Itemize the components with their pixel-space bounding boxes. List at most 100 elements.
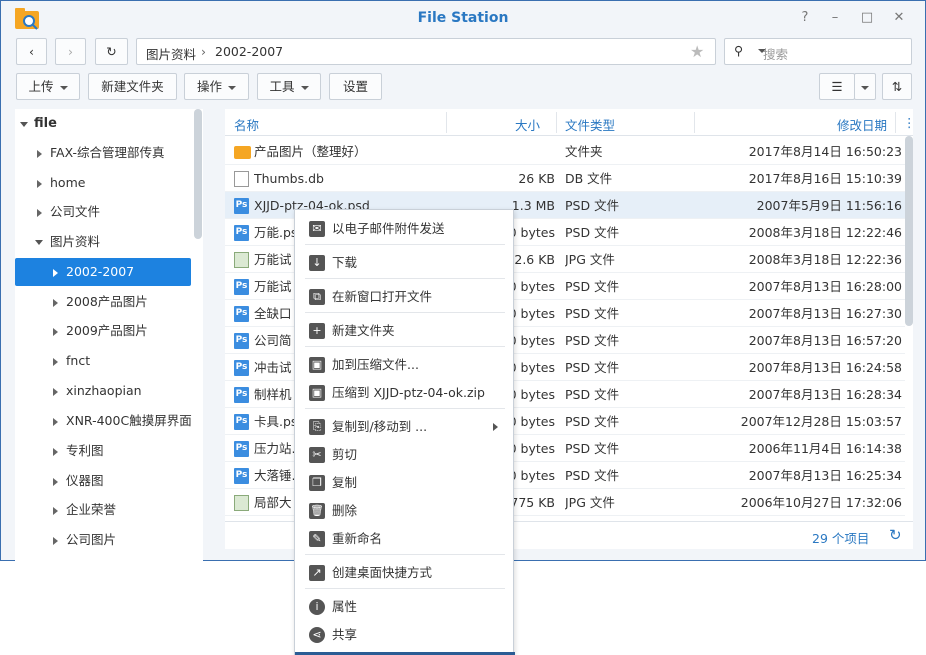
- back-button[interactable]: ‹: [16, 38, 47, 65]
- refresh-icon[interactable]: ↻: [889, 526, 902, 544]
- context-menu-label: 复制到/移动到 ...: [332, 419, 428, 434]
- tree-item-xnr-400c[interactable]: XNR-400C触摸屏界面: [15, 407, 192, 435]
- maximize-icon[interactable]: □: [859, 10, 875, 26]
- file-type: PSD 文件: [565, 414, 620, 429]
- context-menu-item[interactable]: ↗ 创建桌面快捷方式: [295, 560, 513, 586]
- column-size[interactable]: 大小: [515, 115, 540, 134]
- breadcrumb-current[interactable]: 2002-2007: [215, 44, 283, 59]
- column-menu-icon[interactable]: ⋮: [903, 115, 916, 130]
- context-menu-item[interactable]: ▣ 压缩到 XJJD-ptz-04-ok.zip: [295, 380, 513, 406]
- file-list-scrollbar[interactable]: [905, 136, 913, 326]
- tree-item-xinzhaopian[interactable]: xinzhaopian: [15, 377, 191, 405]
- tree-item-label: 图片资料: [50, 234, 101, 249]
- file-type: PSD 文件: [565, 360, 620, 375]
- context-menu-item[interactable]: ⎘ 复制到/移动到 ...: [295, 414, 513, 440]
- tree-item-label: 2009产品图片: [66, 323, 148, 338]
- psd-file-icon: Ps: [234, 468, 249, 484]
- tree-item-label: FAX-综合管理部传真: [50, 145, 165, 160]
- context-menu-label: 剪切: [332, 447, 358, 462]
- collapse-icon[interactable]: [53, 388, 58, 396]
- tools-button[interactable]: 工具: [257, 73, 321, 100]
- menu-separator: [305, 554, 505, 555]
- tree-item-company-files[interactable]: 公司文件: [15, 198, 191, 226]
- menu-separator: [305, 588, 505, 589]
- tree-item-2008[interactable]: 2008产品图片: [15, 288, 191, 316]
- path-bar[interactable]: 图片资料 › 2002-2007 ★: [136, 38, 716, 65]
- context-menu-item[interactable]: ✂ 剪切: [295, 442, 513, 468]
- collapse-icon[interactable]: [53, 448, 58, 456]
- close-icon[interactable]: ✕: [891, 10, 907, 26]
- context-menu-item[interactable]: ↓ 下载: [295, 250, 513, 276]
- zip-icon: ▣: [309, 385, 325, 401]
- refresh-button[interactable]: ↻: [95, 38, 128, 65]
- column-modified[interactable]: 修改日期: [837, 115, 887, 134]
- collapse-icon[interactable]: [53, 507, 58, 515]
- context-menu-item[interactable]: ▣ 加到压缩文件...: [295, 352, 513, 378]
- column-name[interactable]: 名称: [234, 115, 259, 134]
- settings-button[interactable]: 设置: [329, 73, 382, 100]
- table-row[interactable]: 产品图片（整理好） 文件夹 2017年8月14日 16:50:23: [225, 138, 905, 165]
- view-dropdown-button[interactable]: [854, 73, 876, 100]
- context-menu-item[interactable]: 🗑 删除: [295, 498, 513, 524]
- download-icon: ↓: [309, 255, 325, 271]
- tree-item-label: 公司图片: [66, 532, 117, 547]
- collapse-icon[interactable]: [53, 537, 58, 545]
- list-view-button[interactable]: ☰: [819, 73, 855, 100]
- collapse-icon[interactable]: [53, 478, 58, 486]
- context-menu-item[interactable]: ❐ 复制: [295, 470, 513, 496]
- context-menu-item[interactable]: ⧉ 在新窗口打开文件: [295, 284, 513, 310]
- collapse-icon[interactable]: [53, 299, 58, 307]
- window-title: File Station: [417, 10, 509, 26]
- help-icon[interactable]: ?: [797, 10, 813, 26]
- collapse-icon[interactable]: [53, 328, 58, 336]
- sidebar-scrollbar[interactable]: [194, 109, 202, 239]
- context-menu-item[interactable]: + 新建文件夹: [295, 318, 513, 344]
- context-menu-item[interactable]: ✉ 以电子邮件附件发送: [295, 216, 513, 242]
- tree-item-instruments[interactable]: 仪器图: [15, 467, 191, 495]
- search-input[interactable]: 搜索: [763, 44, 788, 63]
- collapse-icon[interactable]: [37, 180, 42, 188]
- context-menu-item[interactable]: ✎ 重新命名: [295, 526, 513, 552]
- upload-button[interactable]: 上传: [16, 73, 80, 100]
- tree-item-image-data[interactable]: 图片资料: [15, 228, 191, 256]
- expand-icon[interactable]: [35, 240, 43, 245]
- search-box[interactable]: ⚲ 搜索: [724, 38, 912, 65]
- item-count: 29 个项目: [812, 531, 870, 546]
- tree-item-home[interactable]: home: [15, 169, 191, 197]
- minimize-icon[interactable]: –: [827, 10, 843, 26]
- column-type[interactable]: 文件类型: [565, 115, 615, 134]
- open-window-icon: ⧉: [309, 289, 325, 305]
- action-button[interactable]: 操作: [184, 73, 249, 100]
- share-icon: ⋖: [309, 627, 325, 643]
- cut-icon: ✂: [309, 447, 325, 463]
- expand-icon[interactable]: [20, 122, 28, 127]
- new-folder-button[interactable]: 新建文件夹: [88, 73, 177, 100]
- collapse-icon[interactable]: [37, 150, 42, 158]
- star-icon[interactable]: ★: [690, 42, 704, 61]
- new-folder-label: 新建文件夹: [101, 79, 164, 94]
- tree-root-file[interactable]: file: [15, 110, 191, 138]
- tree-item-patents[interactable]: 专利图: [15, 437, 191, 465]
- forward-button[interactable]: ›: [55, 38, 86, 65]
- tree-item-2009[interactable]: 2009产品图片: [15, 317, 191, 345]
- psd-file-icon: Ps: [234, 198, 249, 214]
- context-menu-label: 共享: [332, 627, 358, 642]
- file-type: DB 文件: [565, 171, 613, 186]
- tree-item-fax[interactable]: FAX-综合管理部传真: [15, 139, 191, 167]
- context-menu-item[interactable]: i 属性: [295, 594, 513, 620]
- collapse-icon[interactable]: [53, 358, 58, 366]
- tree-item-2002-2007[interactable]: 2002-2007: [15, 258, 191, 286]
- table-row[interactable]: Thumbs.db 26 KB DB 文件 2017年8月16日 15:10:39: [225, 165, 905, 192]
- tree-item-honors[interactable]: 企业荣誉: [15, 496, 191, 524]
- sort-button[interactable]: ⇅: [882, 73, 912, 100]
- breadcrumb-root[interactable]: 图片资料: [146, 44, 196, 63]
- tree-item-company-images[interactable]: 公司图片: [15, 526, 191, 554]
- folder-tree: file FAX-综合管理部传真 home 公司文件 图片资料 2002-200…: [15, 109, 203, 561]
- collapse-icon[interactable]: [37, 209, 42, 217]
- file-type: PSD 文件: [565, 387, 620, 402]
- psd-file-icon: Ps: [234, 387, 249, 403]
- collapse-icon[interactable]: [53, 418, 58, 426]
- context-menu-item[interactable]: ⋖ 共享: [295, 622, 513, 648]
- tree-item-fnct[interactable]: fnct: [15, 347, 191, 375]
- collapse-icon[interactable]: [53, 269, 58, 277]
